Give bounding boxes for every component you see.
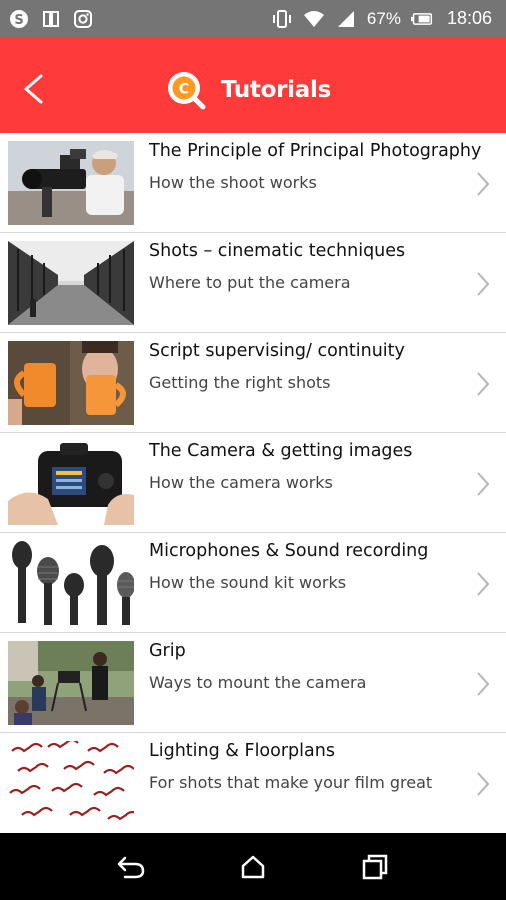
- status-right-icons: 67% 18:06: [271, 8, 492, 30]
- thumbnail-orange-mugs: [8, 341, 134, 425]
- item-subtitle: For shots that make your film great: [149, 773, 433, 792]
- item-title: Microphones & Sound recording: [149, 541, 429, 561]
- skype-icon: S: [8, 8, 30, 30]
- page-title: Tutorials: [221, 77, 331, 103]
- svg-text:S: S: [14, 13, 23, 28]
- item-title: Lighting & Floorplans: [149, 741, 335, 761]
- wifi-icon: [303, 8, 325, 30]
- list-item[interactable]: The Principle of Principal Photography H…: [0, 133, 506, 233]
- app-header: C Tutorials: [0, 37, 506, 133]
- thumbnail-floorplan-pattern: [8, 741, 134, 825]
- list-item[interactable]: Script supervising/ continuity Getting t…: [0, 333, 506, 433]
- back-button[interactable]: [14, 69, 54, 109]
- item-title: Script supervising/ continuity: [149, 341, 405, 361]
- thumbnail-camera-operator: [8, 141, 134, 225]
- chevron-right-icon: [477, 572, 490, 596]
- nav-recents-button[interactable]: [355, 847, 395, 887]
- chevron-right-icon: [477, 772, 490, 796]
- item-subtitle: Where to put the camera: [149, 273, 351, 292]
- battery-percent: 67%: [366, 8, 401, 28]
- thumbnail-microphones: [8, 541, 134, 625]
- list-item[interactable]: Grip Ways to mount the camera: [0, 633, 506, 733]
- thumbnail-film-crew: [8, 641, 134, 725]
- battery-icon: [410, 8, 433, 30]
- chevron-right-icon: [477, 672, 490, 696]
- signal-icon: [335, 8, 357, 30]
- clock: 18:06: [446, 8, 492, 28]
- chevron-right-icon: [477, 472, 490, 496]
- list-item[interactable]: Lighting & Floorplans For shots that mak…: [0, 733, 506, 833]
- item-title: The Camera & getting images: [149, 441, 413, 461]
- header-brand: C Tutorials: [165, 70, 331, 110]
- item-subtitle: Ways to mount the camera: [149, 673, 367, 692]
- instagram-icon: [72, 8, 94, 30]
- chevron-right-icon: [477, 372, 490, 396]
- home-nav-icon: [241, 855, 265, 878]
- thumbnail-tree-lined-road: [8, 241, 134, 325]
- app-logo-icon: C: [168, 72, 206, 110]
- status-left-icons: S: [8, 8, 94, 30]
- back-nav-icon: [117, 856, 145, 878]
- tutorial-list: The Principle of Principal Photography H…: [0, 133, 506, 833]
- status-bar: S 67% 18:06: [0, 0, 506, 37]
- vibrate-icon: [271, 8, 293, 30]
- item-title: Grip: [149, 641, 186, 661]
- recents-nav-icon: [362, 854, 388, 879]
- nav-back-button[interactable]: [111, 847, 151, 887]
- nav-home-button[interactable]: [233, 847, 273, 887]
- thumbnail-dslr-camera: [8, 441, 134, 525]
- item-title: The Principle of Principal Photography: [149, 141, 482, 161]
- back-chevron-icon: [24, 74, 43, 104]
- item-subtitle: How the camera works: [149, 473, 333, 492]
- list-item[interactable]: Microphones & Sound recording How the so…: [0, 533, 506, 633]
- chevron-right-icon: [477, 172, 490, 196]
- chevron-right-icon: [477, 272, 490, 296]
- item-subtitle: How the shoot works: [149, 173, 317, 192]
- list-item[interactable]: The Camera & getting images How the came…: [0, 433, 506, 533]
- item-title: Shots – cinematic techniques: [149, 241, 406, 261]
- item-subtitle: How the sound kit works: [149, 573, 347, 592]
- logo-letter: C: [179, 82, 189, 98]
- system-nav-bar: [0, 833, 506, 900]
- item-subtitle: Getting the right shots: [149, 373, 331, 392]
- book-icon: [40, 8, 62, 30]
- list-item[interactable]: Shots – cinematic techniques Where to pu…: [0, 233, 506, 333]
